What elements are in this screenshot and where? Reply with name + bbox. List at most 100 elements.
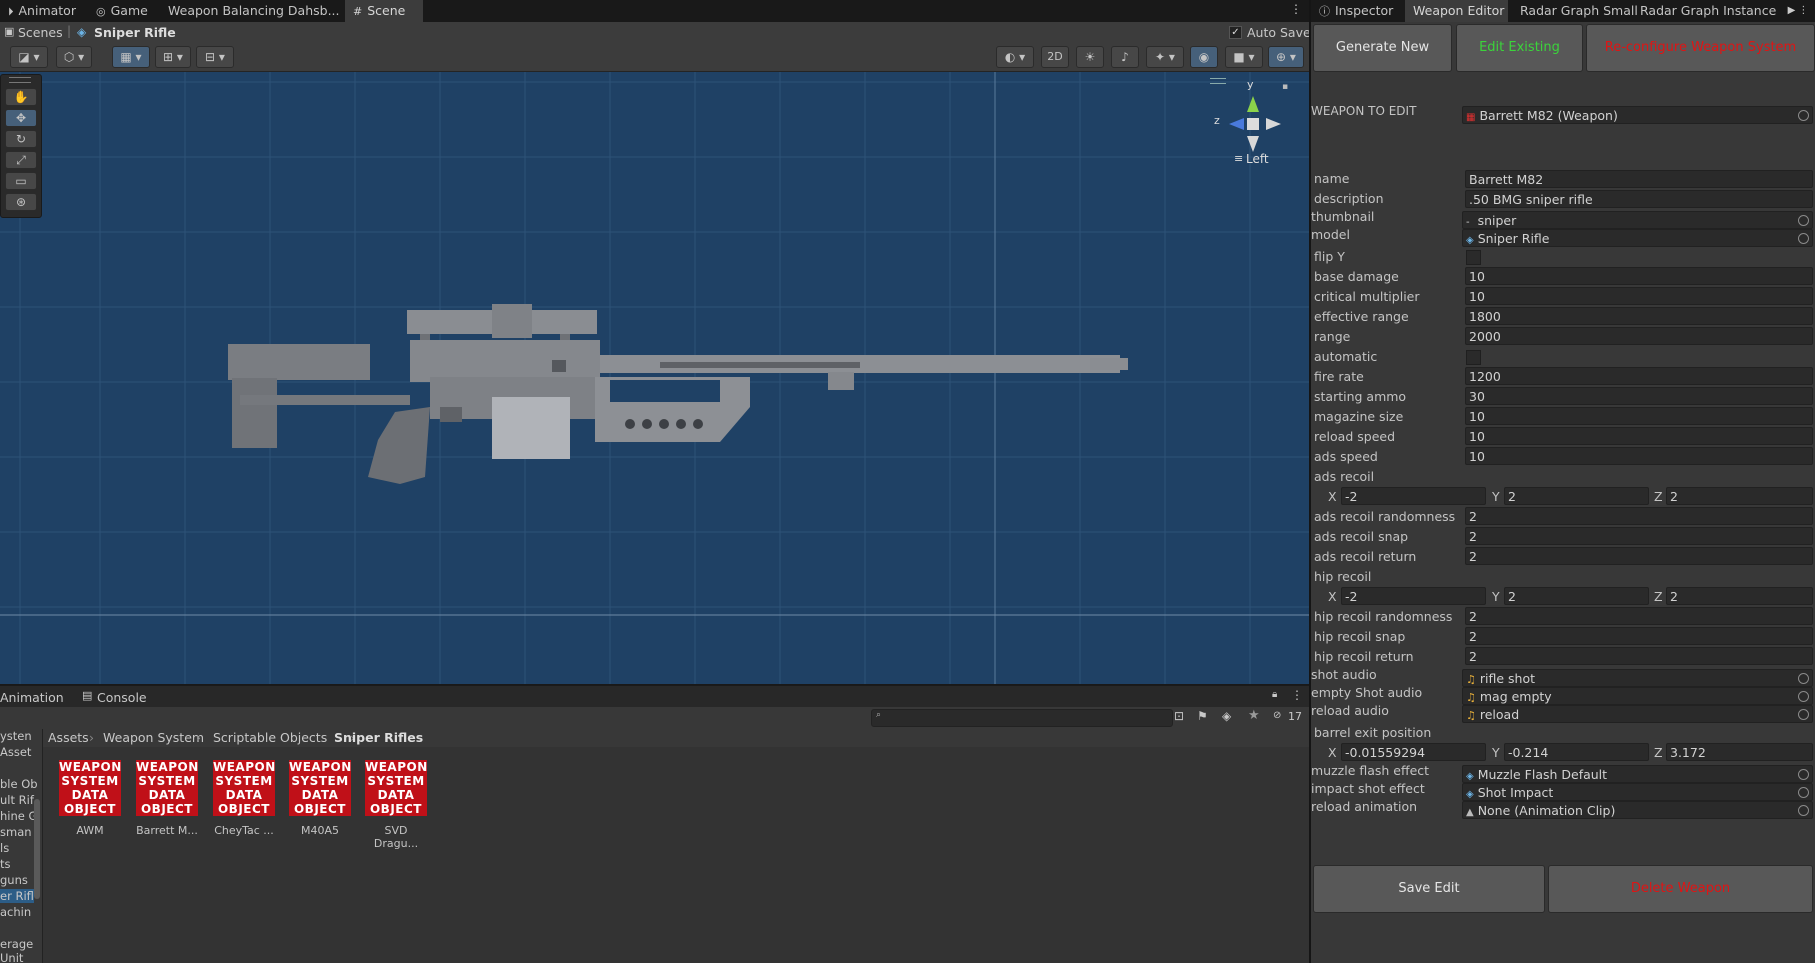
increment-snap-dropdown[interactable]: ⊟ ▾ [196,46,234,68]
impact-shot-effect-field[interactable]: ◈ Shot Impact [1462,783,1813,801]
sniper-rifle-model[interactable] [0,72,1311,684]
ads-recoil-randomness-field[interactable]: 2 [1465,507,1813,525]
empty-shot-audio-field[interactable]: ♫ mag empty [1462,687,1813,705]
tree-scrollbar[interactable] [34,799,40,899]
tree-item[interactable]: guns [0,873,28,887]
ads-recoil-y-field[interactable]: 2 [1504,487,1649,505]
model-field[interactable]: ◈ Sniper Rifle [1462,229,1813,247]
range-field[interactable]: 2000 [1465,327,1813,345]
scene-viewport[interactable]: ✋ ✥ ↻ ⤢ ▭ ⊛ y z ▪ ≡ Left [0,72,1311,684]
lighting-toggle-icon[interactable]: ☀ [1076,46,1104,68]
hand-tool-icon[interactable]: ✋ [5,88,37,106]
tree-item[interactable]: ult Rif [0,793,34,807]
edit-existing-button[interactable]: Edit Existing [1456,24,1583,72]
render-mode-dropdown[interactable]: ⬡ ▾ [56,46,92,68]
visibility-toggle-icon[interactable]: ◉ [1190,46,1218,68]
search-type-icon[interactable]: ⊡ [1174,709,1184,723]
object-picker-icon[interactable] [1798,769,1809,780]
ads-recoil-return-field[interactable]: 2 [1465,547,1813,565]
tree-item[interactable]: ble Ob [0,777,38,791]
tab-animator[interactable]: ⏵ Animator [0,0,84,22]
tab-scene[interactable]: # Scene [345,0,423,22]
asset-item[interactable]: WEAPON SYSTEM DATA OBJECT AWM [57,760,123,837]
reload-animation-field[interactable]: ▲ None (Animation Clip) [1462,801,1813,819]
toggle-2d-button[interactable]: 2D [1041,46,1069,68]
effective-range-field[interactable]: 1800 [1465,307,1813,325]
breadcrumb-item[interactable]: Assets [48,730,89,745]
tree-item[interactable]: ls [0,841,9,855]
tab-inspector[interactable]: ⓘ Inspector [1311,0,1401,22]
fire-rate-field[interactable]: 1200 [1465,367,1813,385]
rect-tool-icon[interactable]: ▭ [5,172,37,190]
tab-weapon-balancing[interactable]: Weapon Balancing Dahsb... [160,0,348,22]
scenes-link[interactable]: Scenes [18,25,63,40]
auto-save-checkbox[interactable]: ✓ [1229,26,1242,39]
rotate-tool-icon[interactable]: ↻ [5,130,37,148]
ads-recoil-snap-field[interactable]: 2 [1465,527,1813,545]
grid-toggle-button[interactable]: ▦ ▾ [112,46,150,68]
transform-tool-icon[interactable]: ⊛ [5,193,37,211]
tree-item[interactable]: hine G [0,809,37,823]
tab-overflow-icon[interactable]: ▶ ⋮ [1781,0,1815,22]
breadcrumb-item[interactable]: Scriptable Objects [213,730,327,745]
weapon-to-edit-field[interactable]: ▦ Barrett M82 (Weapon) [1462,106,1813,124]
tab-radar-graph-small[interactable]: Radar Graph Small [1512,0,1646,22]
reload-audio-field[interactable]: ♫ reload [1462,705,1813,723]
object-picker-icon[interactable] [1798,673,1809,684]
panel-more-icon[interactable]: ⋮ [1291,688,1303,702]
hidden-packages-icon[interactable]: ⊘ [1273,710,1281,721]
audio-toggle-icon[interactable]: ♪ [1111,46,1139,68]
tree-item[interactable]: achin [0,905,31,919]
tree-item[interactable]: Asset [0,745,31,759]
asset-item[interactable]: WEAPON SYSTEM DATA OBJECT CheyTac ... [211,760,277,837]
orientation-gizmo[interactable]: y z ▪ ≡ Left [1210,78,1290,168]
automatic-checkbox[interactable] [1466,350,1481,365]
hip-recoil-z-field[interactable]: 2 [1666,587,1813,605]
reconfigure-weapon-system-button[interactable]: Re-configure Weapon System [1586,24,1815,72]
draw-mode-dropdown[interactable]: ◪ ▾ [10,46,48,68]
asset-item[interactable]: WEAPON SYSTEM DATA OBJECT M40A5 [287,760,353,837]
tag-icon[interactable]: ◈ [1222,709,1231,723]
barrel-exit-z-field[interactable]: 3.172 [1666,743,1813,761]
snap-dropdown[interactable]: ⊞ ▾ [155,46,191,68]
panel-lock-icon[interactable]: 🔒︎ [1272,689,1277,700]
base-damage-field[interactable]: 10 [1465,267,1813,285]
effects-dropdown[interactable]: ✦ ▾ [1146,46,1184,68]
tree-item-selected[interactable]: er Rifl [0,889,34,903]
scale-tool-icon[interactable]: ⤢ [5,151,37,169]
gizmos-dropdown[interactable]: ⊕ ▾ [1268,46,1304,68]
reload-speed-field[interactable]: 10 [1465,427,1813,445]
project-search-input[interactable]: ⌕ [871,709,1173,727]
critical-multiplier-field[interactable]: 10 [1465,287,1813,305]
object-picker-icon[interactable] [1798,709,1809,720]
gizmo-lock-icon[interactable]: ▪ [1282,82,1288,92]
shot-audio-field[interactable]: ♫ rifle shot [1462,669,1813,687]
breadcrumb-item[interactable]: Weapon System [103,730,204,745]
ads-recoil-x-field[interactable]: -2 [1341,487,1486,505]
tree-item[interactable]: ysten [0,729,32,743]
tree-item[interactable]: erage [0,937,33,951]
hip-recoil-randomness-field[interactable]: 2 [1465,607,1813,625]
tab-weapon-editor[interactable]: Weapon Editor [1405,0,1508,22]
object-picker-icon[interactable] [1798,787,1809,798]
view-menu-icon[interactable]: ≡ [1234,152,1243,165]
save-edit-button[interactable]: Save Edit [1313,865,1545,913]
favorite-star-icon[interactable]: ★ [1248,708,1260,723]
thumbnail-field[interactable]: - sniper [1462,211,1813,229]
tab-game[interactable]: ◎ Game [88,0,156,22]
description-field[interactable]: .50 BMG sniper rifle [1465,190,1813,208]
name-field[interactable]: Barrett M82 [1465,170,1813,188]
tab-radar-graph-instance[interactable]: Radar Graph Instance [1632,0,1784,22]
starting-ammo-field[interactable]: 30 [1465,387,1813,405]
tab-animation[interactable]: Animation [0,690,64,705]
hip-recoil-x-field[interactable]: -2 [1341,587,1486,605]
object-picker-icon[interactable] [1798,233,1809,244]
asset-item[interactable]: WEAPON SYSTEM DATA OBJECT SVD Dragu... [363,760,429,850]
camera-dropdown[interactable]: ■ ▾ [1225,46,1263,68]
ads-speed-field[interactable]: 10 [1465,447,1813,465]
tree-item[interactable]: sman [0,825,32,839]
search-label-icon[interactable]: ⚑ [1197,709,1208,723]
tree-item[interactable]: Unit [0,951,23,963]
asset-item[interactable]: WEAPON SYSTEM DATA OBJECT Barrett M... [134,760,200,837]
delete-weapon-button[interactable]: Delete Weapon [1548,865,1813,913]
